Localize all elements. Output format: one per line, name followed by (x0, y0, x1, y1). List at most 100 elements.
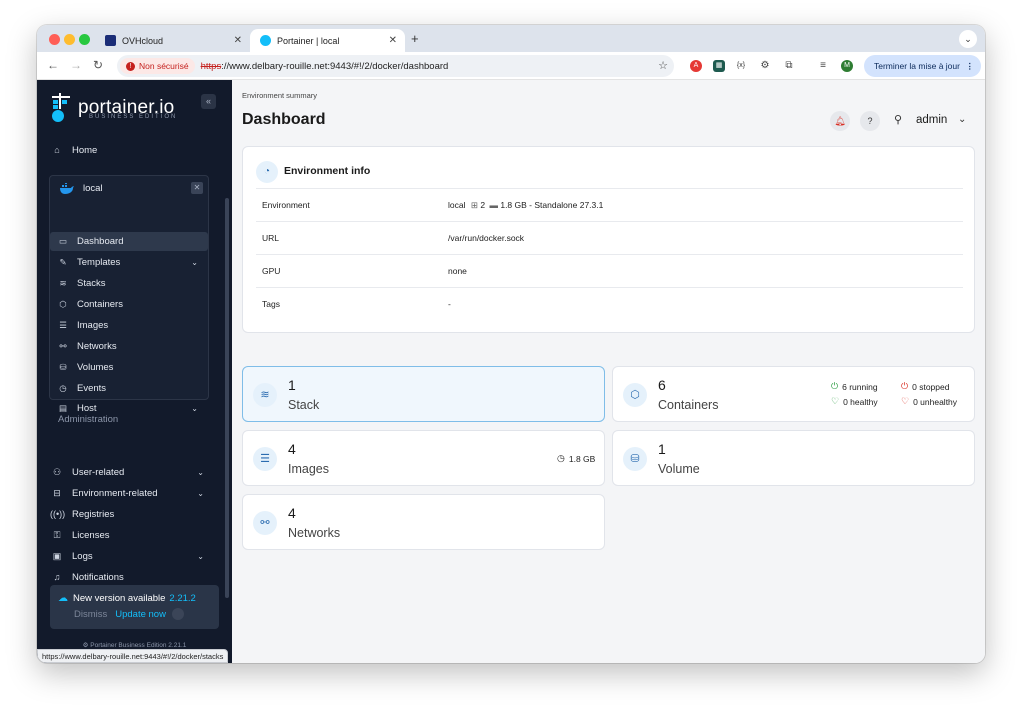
update-spinner-icon (171, 608, 184, 620)
chevron-down-icon[interactable]: ⌄ (197, 468, 204, 477)
clock-icon: ◷ (59, 383, 67, 393)
running-badge: ⏻ 6 running (831, 381, 878, 392)
sidebar-item-label: Events (77, 383, 107, 394)
update-now-link[interactable]: Update now (115, 609, 166, 620)
healthy-count: 0 healthy (843, 396, 878, 407)
tab-search-chevron-icon[interactable]: ⌄ (959, 30, 977, 48)
sidebar-item-events[interactable]: ◷ Events (50, 379, 208, 398)
sidebar-item-logs[interactable]: ▣ Logs ⌄ (50, 546, 208, 566)
env-info-row-environment: Environment local ⊞ 2 ▬ 1.8 GB - Standal… (256, 188, 963, 221)
address-bar[interactable]: ! Non sécurisé https://www.delbary-rouil… (117, 55, 674, 77)
volume-count: 1 (658, 441, 666, 457)
back-arrow-icon[interactable]: ← (47, 58, 59, 72)
user-menu[interactable]: admin (916, 114, 947, 126)
security-indicator[interactable]: ! Non sécurisé (120, 58, 195, 74)
maximize-window-button[interactable] (79, 34, 90, 45)
memory-info: 1.8 GB - Standalone 27.3.1 (500, 199, 604, 210)
networks-label: Networks (288, 526, 341, 540)
new-tab-button[interactable]: + (411, 31, 419, 46)
close-window-button[interactable] (49, 34, 60, 45)
users-icon: ⚇ (52, 466, 62, 477)
sidebar-item-stacks[interactable]: ≋ Stacks (50, 274, 208, 293)
database-icon: ⛁ (59, 362, 67, 372)
sidebar-item-home[interactable]: ⌂ Home (50, 140, 208, 160)
edit-icon: ✎ (59, 257, 67, 267)
sidebar-item-label: Volumes (77, 362, 114, 373)
sidebar-item-dashboard[interactable]: ▭ Dashboard (50, 232, 208, 251)
sidebar-item-licenses[interactable]: ⚿ Licenses (50, 525, 208, 545)
extension-grid-icon[interactable]: ▦ (713, 60, 725, 72)
url-text: ://www.delbary-rouille.net:9443/#!/2/doc… (221, 60, 449, 72)
extensions-puzzle-icon[interactable]: ⧉ (783, 60, 795, 72)
key-icon: ⚿ (53, 529, 61, 540)
collapse-sidebar-button[interactable]: « (201, 94, 216, 109)
sidebar-item-label: Environment-related (72, 487, 158, 499)
sidebar-item-user-related[interactable]: ⚇ User-related ⌄ (50, 462, 208, 482)
network-icon: ⚯ (59, 341, 67, 351)
sidebar-item-containers[interactable]: ⬡ Containers (50, 295, 208, 314)
environment-header[interactable]: local ✕ (51, 176, 209, 200)
volume-card[interactable]: ⛁ 1 Volume (612, 430, 975, 486)
tab-title: Portainer | local (277, 35, 340, 46)
profile-avatar[interactable]: M (841, 60, 853, 72)
extension-code-icon[interactable]: {x} (735, 60, 747, 72)
close-tab-icon[interactable]: ✕ (389, 35, 397, 46)
notification-bell-icon[interactable]: 🔔︎ (830, 111, 850, 131)
sidebar-item-images[interactable]: ☰ Images (50, 316, 208, 335)
extension-gear-icon[interactable]: ⚙ (759, 60, 771, 72)
sidebar: portainer.io BUSINESS EDITION « ⌂ Home l… (37, 80, 232, 663)
reading-list-icon[interactable]: ≡ (817, 60, 829, 72)
sidebar-item-templates[interactable]: ✎ Templates ⌄ (50, 253, 208, 272)
stack-label: Stack (288, 398, 320, 412)
networks-card[interactable]: ⚯ 4 Networks (242, 494, 605, 550)
sidebar-item-label: Templates (77, 257, 121, 268)
sidebar-item-label: Dashboard (77, 236, 124, 247)
sidebar-item-networks[interactable]: ⚯ Networks (50, 337, 208, 356)
row-key: Environment (262, 200, 310, 210)
sidebar-item-notifications[interactable]: ♫ Notifications (50, 567, 208, 587)
sidebar-item-label: Registries (72, 508, 115, 520)
stack-card[interactable]: ≋ 1 Stack (242, 366, 605, 422)
chevron-down-icon[interactable]: ⌄ (191, 258, 198, 267)
chevron-down-icon[interactable]: ⌄ (958, 114, 966, 125)
heart-icon: ♡ (901, 396, 910, 406)
layers-icon: ≋ (253, 383, 277, 407)
reload-icon[interactable]: ↻ (93, 58, 103, 72)
unhealthy-badge: ♡ 0 unhealthy (901, 396, 957, 407)
sidebar-scrollbar[interactable] (225, 198, 229, 598)
chevron-down-icon[interactable]: ⌄ (197, 489, 204, 498)
home-icon: ⌂ (54, 145, 60, 155)
sidebar-item-environment-related[interactable]: ⊟ Environment-related ⌄ (50, 483, 208, 503)
dismiss-link[interactable]: Dismiss (74, 609, 107, 620)
close-tab-icon[interactable]: ✕ (234, 35, 242, 46)
sidebar-item-volumes[interactable]: ⛁ Volumes (50, 358, 208, 377)
adblock-extension-icon[interactable]: A (690, 60, 702, 72)
help-icon[interactable]: ? (860, 111, 880, 131)
gauge-icon: ◔ (256, 161, 278, 183)
tab-ovhcloud[interactable]: OVHcloud ✕ (95, 29, 250, 52)
finish-update-button[interactable]: Terminer la mise à jour ⋮ (864, 55, 981, 77)
footer-text: Portainer Business Edition 2.21.1 (90, 642, 187, 649)
chevron-down-icon[interactable]: ⌄ (197, 552, 204, 561)
images-size: 1.8 GB (568, 453, 596, 464)
tab-portainer[interactable]: Portainer | local ✕ (250, 29, 405, 52)
bookmark-star-icon[interactable]: ☆ (658, 59, 668, 72)
more-menu-icon[interactable]: ⋮ (966, 61, 975, 72)
portainer-favicon-icon (260, 35, 271, 46)
user-icon[interactable]: ⚲ (894, 113, 902, 126)
sidebar-item-label: Home (72, 144, 98, 156)
environment-info-card: ◔ Environment info Environment local ⊞ 2… (242, 146, 975, 333)
chevron-down-icon[interactable]: ⌄ (191, 404, 198, 413)
images-card[interactable]: ☰ 4 Images ◷ 1.8 GB (242, 430, 605, 486)
sidebar-item-label: Stacks (77, 278, 106, 289)
unhealthy-count: 0 unhealthy (913, 396, 958, 407)
sidebar-item-label: Notifications (72, 571, 124, 583)
finish-update-label: Terminer la mise à jour (874, 61, 960, 71)
bell-icon: ♫ (53, 572, 61, 582)
forward-arrow-icon[interactable]: → (70, 58, 82, 72)
sidebar-item-registries[interactable]: ((•)) Registries (50, 504, 208, 524)
minimize-window-button[interactable] (64, 34, 75, 45)
containers-card[interactable]: ⬡ 6 Containers ⏻ 6 running ⏻ 0 stopped ♡… (612, 366, 975, 422)
close-environment-icon[interactable]: ✕ (191, 182, 203, 194)
sidebar-item-label: Images (77, 320, 109, 331)
